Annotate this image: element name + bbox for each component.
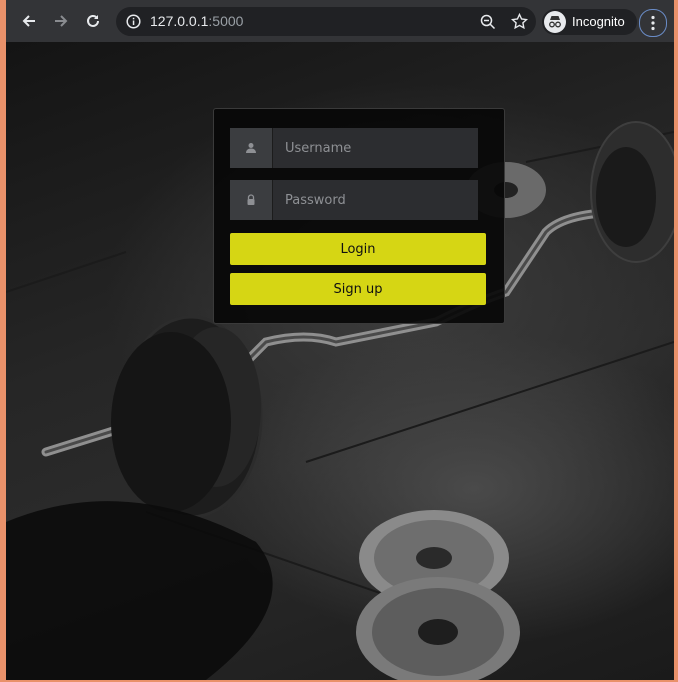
reload-icon (87, 14, 99, 27)
incognito-icon (544, 11, 566, 33)
menu-button[interactable] (639, 9, 667, 37)
arrow-left-icon (22, 15, 35, 27)
url-host: 127.0.0.1 (150, 13, 209, 29)
username-input[interactable] (273, 128, 478, 168)
info-icon[interactable] (126, 14, 141, 29)
zoom-out-icon[interactable] (480, 14, 496, 30)
url-port: :5000 (208, 13, 244, 29)
star-icon[interactable] (511, 13, 528, 30)
browser-toolbar: 127.0.0.1:5000 Incognito (6, 0, 674, 42)
forward-button[interactable] (48, 8, 74, 34)
reload-button[interactable] (80, 8, 106, 34)
url-text: 127.0.0.1:5000 (150, 13, 243, 29)
lock-icon (230, 180, 273, 220)
password-field (230, 180, 478, 220)
page-viewport: Login Sign up (6, 42, 674, 680)
username-field (230, 128, 478, 168)
user-icon (230, 128, 273, 168)
login-button[interactable]: Login (230, 233, 486, 265)
login-panel: Login Sign up (213, 108, 505, 324)
address-bar[interactable]: 127.0.0.1:5000 (116, 7, 536, 36)
password-input[interactable] (273, 180, 478, 220)
signup-button[interactable]: Sign up (230, 273, 486, 305)
browser-window: 127.0.0.1:5000 Incognito Username Login … (6, 0, 674, 680)
incognito-badge[interactable]: Incognito (542, 9, 637, 35)
incognito-label: Incognito (572, 14, 625, 29)
arrow-right-icon (55, 15, 68, 27)
kebab-menu-icon (651, 15, 655, 31)
back-button[interactable] (16, 8, 42, 34)
